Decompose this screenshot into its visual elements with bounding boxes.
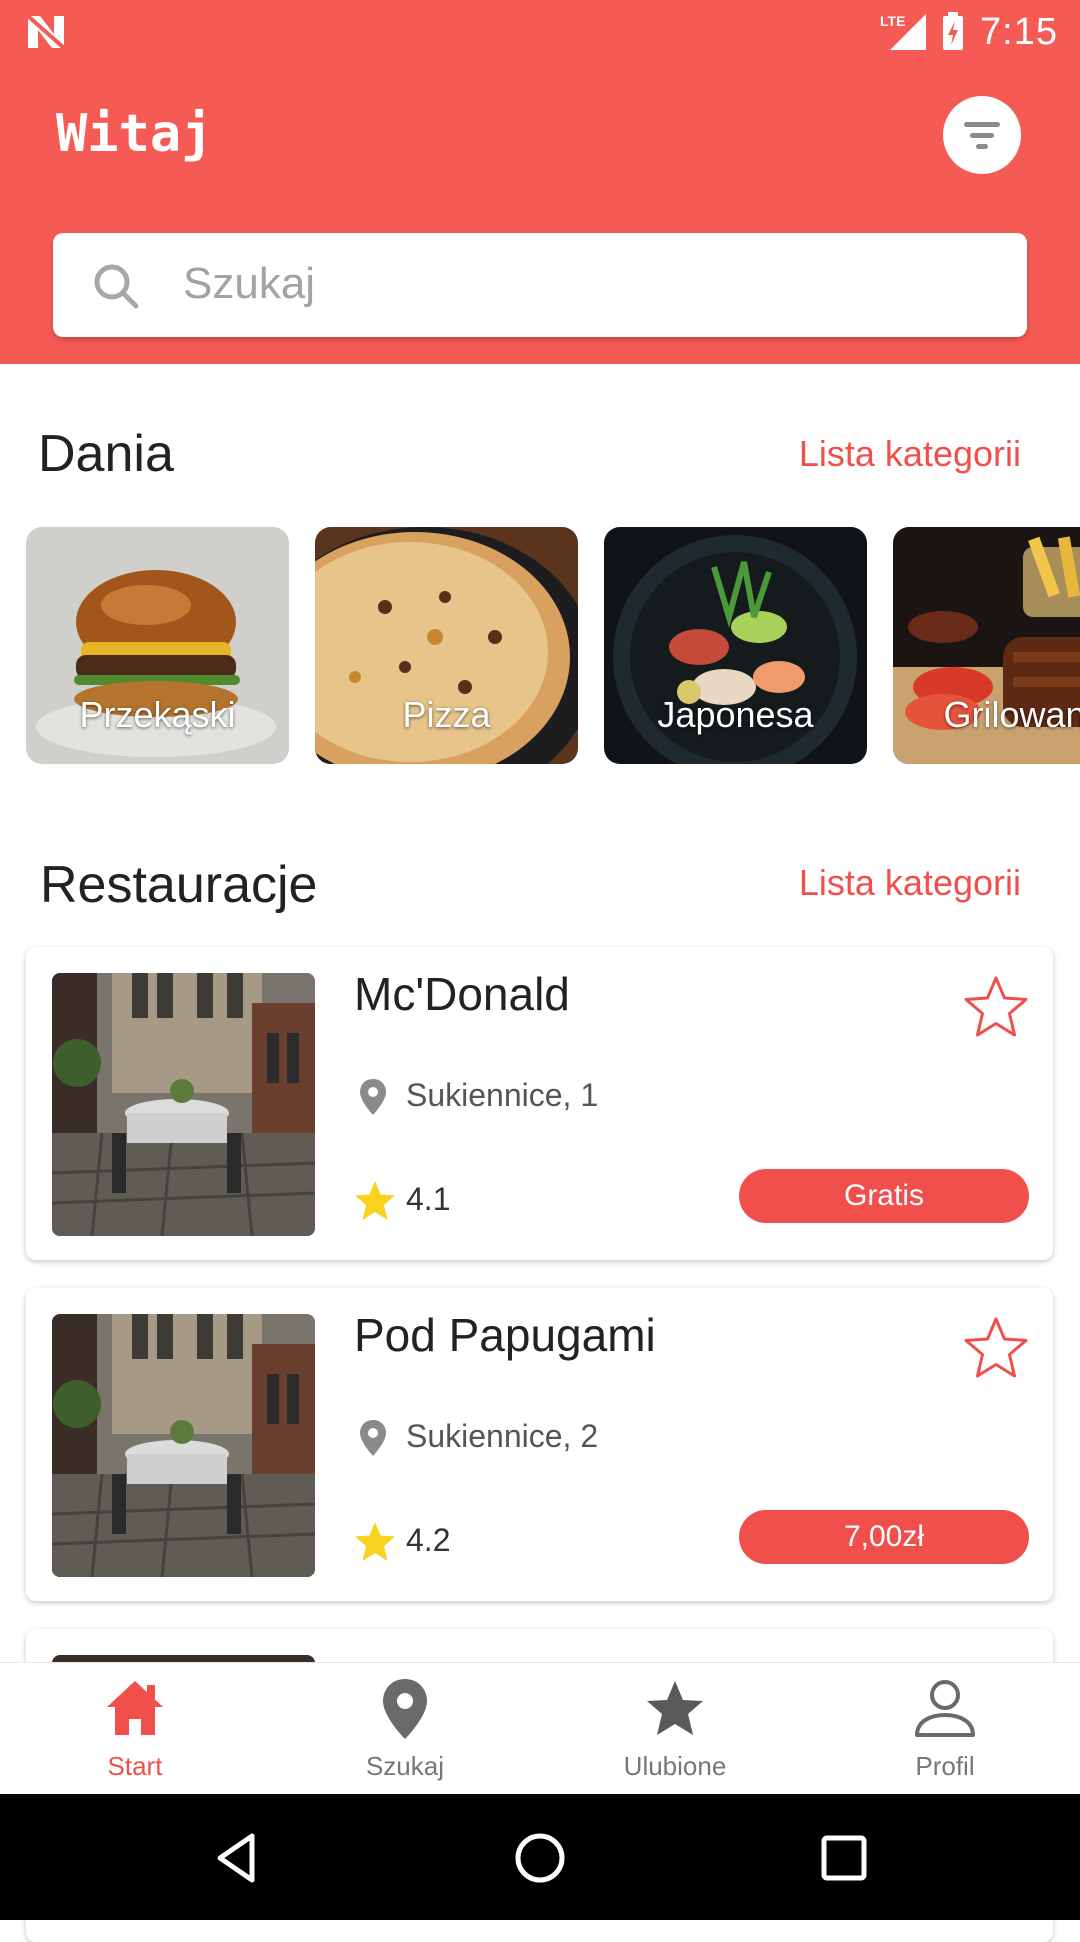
nav-label: Ulubione — [623, 1751, 727, 1781]
location-pin-icon — [360, 1079, 386, 1115]
nav-label: Profil — [915, 1751, 975, 1781]
notification-app-icon — [26, 14, 66, 50]
filter-icon — [964, 122, 1000, 149]
restaurants-title: Restauracje — [40, 856, 318, 914]
category-label: Grilowane — [943, 694, 1080, 735]
search-input[interactable]: Szukaj — [53, 233, 1027, 337]
nav-search[interactable]: Szukaj — [270, 1663, 540, 1795]
restaurant-name: Pod Papugami — [354, 1309, 656, 1361]
location-pin-icon — [360, 1420, 386, 1456]
cafe-terrace-image — [52, 1314, 315, 1577]
nav-label: Start — [107, 1751, 163, 1781]
dishes-category-list-link[interactable]: Lista kategorii — [799, 433, 1021, 475]
star-icon — [647, 1681, 703, 1735]
cafe-terrace-image — [52, 973, 315, 1236]
favorite-star-icon[interactable] — [961, 1314, 1031, 1384]
price-badge: 7,00zł — [739, 1510, 1029, 1564]
restaurants-category-list-link[interactable]: Lista kategorii — [799, 862, 1021, 904]
home-icon — [107, 1681, 163, 1735]
recents-square-icon[interactable] — [816, 1830, 872, 1886]
favorite-star-icon[interactable] — [961, 973, 1031, 1043]
home-circle-icon[interactable] — [512, 1830, 568, 1886]
signal-lte-icon: LTE — [880, 13, 927, 50]
category-card-snacks[interactable]: Przekąski — [26, 527, 289, 764]
restaurant-address: Sukiennice, 1 — [406, 1077, 599, 1113]
restaurant-image — [52, 1314, 315, 1577]
restaurant-rating: 4.1 — [406, 1181, 451, 1217]
restaurant-name: Mc'Donald — [354, 968, 570, 1020]
greeting-title: Witaj — [56, 104, 213, 164]
bottom-navigation: Start Szukaj Ulubione Profil — [0, 1662, 1080, 1795]
category-label: Przekąski — [79, 694, 236, 735]
category-card-japanese[interactable]: Japonesa — [604, 527, 867, 764]
nav-start[interactable]: Start — [0, 1663, 270, 1795]
header: Witaj Szukaj — [0, 64, 1080, 364]
category-card-pizza[interactable]: Pizza — [315, 527, 578, 764]
restaurant-rating: 4.2 — [406, 1522, 451, 1558]
nav-profile[interactable]: Profil — [810, 1663, 1080, 1795]
nav-label: Szukaj — [365, 1751, 445, 1781]
restaurant-address: Sukiennice, 2 — [406, 1418, 599, 1454]
restaurant-card[interactable]: Pod Papugami Sukiennice, 2 4.2 7,00zł — [26, 1288, 1053, 1601]
restaurant-image — [52, 973, 315, 1236]
nav-favorites[interactable]: Ulubione — [540, 1663, 810, 1795]
back-icon[interactable] — [208, 1830, 264, 1886]
battery-charging-icon — [943, 12, 964, 50]
status-time: 7:15 — [980, 10, 1058, 53]
system-navigation-bar — [0, 1794, 1080, 1920]
status-bar: LTE 7:15 — [0, 0, 1080, 64]
filter-button[interactable] — [943, 96, 1021, 174]
dish-categories: Przekąski Pizza Japonesa Grilowan — [26, 527, 1080, 764]
rating-star-icon — [355, 1522, 395, 1561]
category-label: Pizza — [402, 694, 491, 735]
restaurant-card[interactable]: Mc'Donald Sukiennice, 1 4.1 Gratis — [26, 947, 1053, 1260]
category-label: Japonesa — [657, 694, 814, 735]
search-placeholder: Szukaj — [183, 259, 316, 308]
network-label: LTE — [880, 13, 905, 29]
dishes-title: Dania — [38, 425, 174, 483]
price-badge: Gratis — [739, 1169, 1029, 1223]
rating-star-icon — [355, 1181, 395, 1220]
category-card-grilled[interactable]: Grilowane — [893, 527, 1080, 764]
person-icon — [915, 1680, 975, 1737]
map-pin-icon — [383, 1679, 427, 1739]
search-icon — [94, 264, 139, 309]
